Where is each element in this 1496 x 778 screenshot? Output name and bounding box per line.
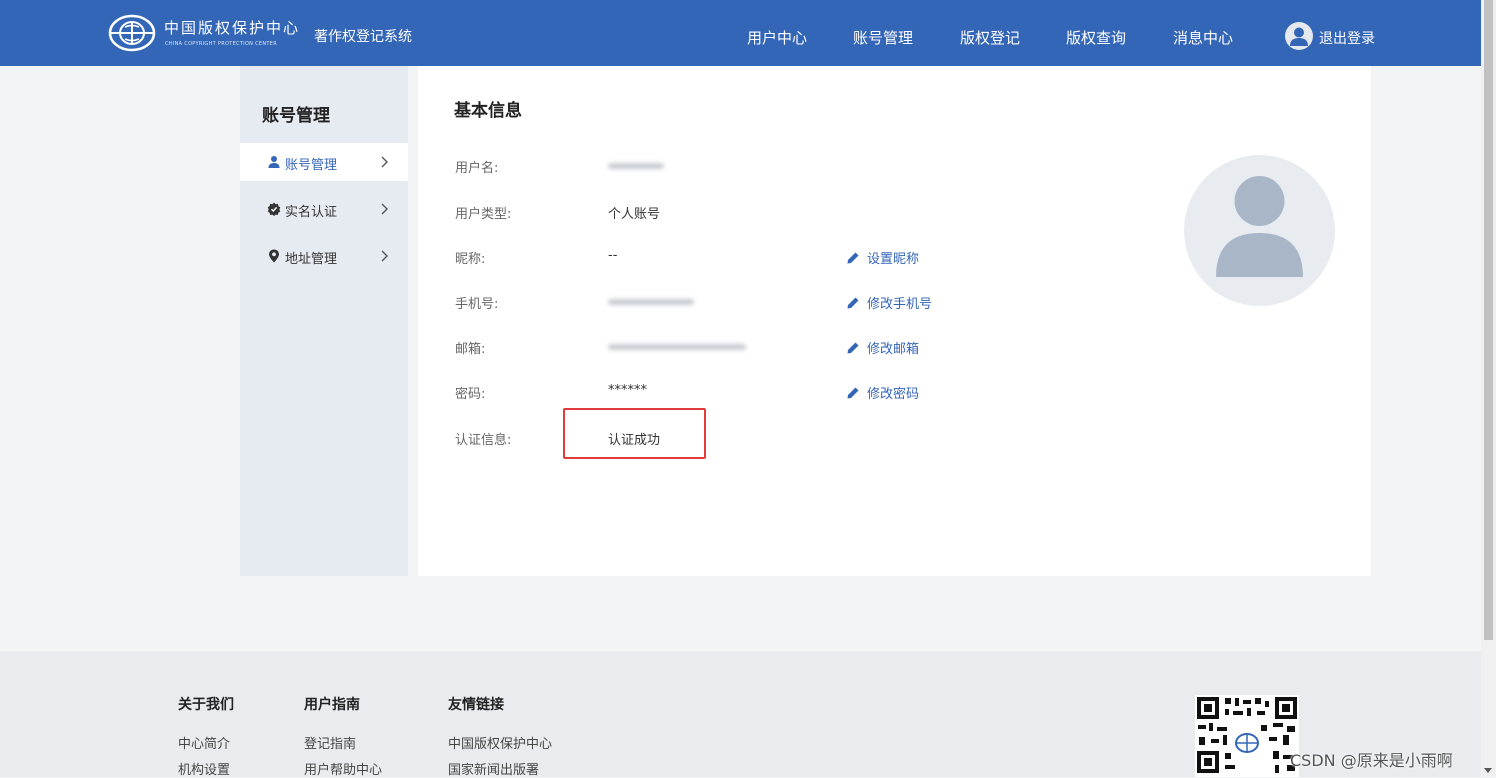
nav-copyright-registration[interactable]: 版权登记 bbox=[960, 27, 1020, 48]
page-title: 基本信息 bbox=[454, 101, 522, 121]
nav-account-management[interactable]: 账号管理 bbox=[853, 27, 913, 48]
footer-link[interactable]: 登记指南 bbox=[304, 733, 356, 752]
footer-link[interactable]: 用户帮助中心 bbox=[304, 759, 382, 778]
field-label: 昵称: bbox=[455, 252, 486, 267]
action-label: 修改邮箱 bbox=[867, 342, 920, 357]
footer-link[interactable]: 中心简介 bbox=[178, 733, 230, 752]
edit-email-link[interactable]: 修改邮箱 bbox=[846, 338, 919, 357]
footer-guide-title: 用户指南 bbox=[304, 697, 360, 713]
scroll-down-arrow-icon[interactable] bbox=[1484, 768, 1492, 773]
sidebar-item-account-management[interactable]: 账号管理 bbox=[240, 143, 408, 181]
action-label: 修改密码 bbox=[867, 387, 920, 402]
field-label: 用户名: bbox=[455, 161, 499, 176]
sidebar-item-address-management[interactable]: 地址管理 bbox=[240, 237, 408, 275]
action-label: 修改手机号 bbox=[867, 297, 933, 312]
logo-emblem-icon[interactable] bbox=[108, 14, 156, 52]
qr-code-icon bbox=[1195, 695, 1299, 777]
nav-copyright-query[interactable]: 版权查询 bbox=[1066, 27, 1126, 48]
sidebar: 账号管理 账号管理 实名认证 地址管理 bbox=[240, 66, 408, 576]
edit-password-link[interactable]: 修改密码 bbox=[846, 383, 919, 402]
field-label: 认证信息: bbox=[455, 433, 512, 448]
field-label: 用户类型: bbox=[455, 207, 512, 222]
edit-phone-link[interactable]: 修改手机号 bbox=[846, 293, 932, 312]
badge-icon bbox=[267, 202, 281, 216]
highlight-annotation bbox=[563, 408, 706, 459]
footer-link[interactable]: 国家新闻出版署 bbox=[448, 759, 539, 778]
user-avatar-icon bbox=[1290, 27, 1308, 46]
sidebar-item-label: 账号管理 bbox=[285, 158, 338, 173]
nav-message-center[interactable]: 消息中心 bbox=[1173, 27, 1233, 48]
field-email: 邮箱: 修改邮箱 bbox=[418, 338, 1371, 358]
vertical-scrollbar[interactable] bbox=[1481, 0, 1496, 777]
sidebar-item-real-name-auth[interactable]: 实名认证 bbox=[240, 190, 408, 228]
scrollbar-thumb[interactable] bbox=[1484, 0, 1493, 640]
location-pin-icon bbox=[269, 249, 279, 263]
profile-avatar[interactable] bbox=[1184, 155, 1335, 306]
field-password: 密码: ****** 修改密码 bbox=[418, 383, 1371, 403]
footer: 关于我们 中心简介 机构设置 用户指南 登记指南 用户帮助中心 友情链接 中国版… bbox=[0, 651, 1481, 778]
field-label: 手机号: bbox=[455, 297, 499, 312]
redacted-value bbox=[608, 299, 694, 305]
chevron-right-icon bbox=[381, 203, 388, 215]
top-nav-bar: 中国版权保护中心 CHINA COPYRIGHT PROTECTION CENT… bbox=[0, 0, 1481, 66]
user-avatar-icon bbox=[1216, 176, 1303, 277]
logo-subtitle: CHINA COPYRIGHT PROTECTION CENTER bbox=[165, 41, 277, 47]
pencil-icon bbox=[847, 297, 859, 309]
nav-user-center[interactable]: 用户中心 bbox=[747, 27, 807, 48]
system-name: 著作权登记系统 bbox=[314, 29, 412, 45]
sidebar-item-label: 地址管理 bbox=[285, 252, 338, 267]
avatar[interactable] bbox=[1285, 22, 1313, 50]
pencil-icon bbox=[847, 387, 859, 399]
chevron-right-icon bbox=[381, 156, 388, 168]
footer-about-title: 关于我们 bbox=[178, 697, 234, 713]
field-label: 密码: bbox=[455, 387, 486, 402]
footer-link[interactable]: 机构设置 bbox=[178, 759, 230, 778]
field-value: 个人账号 bbox=[608, 207, 661, 222]
field-verification: 认证信息: 认证成功 bbox=[418, 429, 1371, 449]
set-nickname-link[interactable]: 设置昵称 bbox=[846, 248, 919, 267]
qr-code bbox=[1195, 695, 1299, 777]
redacted-value bbox=[608, 163, 664, 169]
user-icon bbox=[268, 156, 280, 168]
basic-info-panel: 基本信息 用户名: 用户类型: 个人账号 昵称: -- 设置昵称 手机号: 修改… bbox=[418, 66, 1371, 576]
field-value: -- bbox=[608, 248, 618, 263]
watermark: CSDN @原来是小雨啊 bbox=[1290, 751, 1453, 770]
sidebar-title: 账号管理 bbox=[262, 106, 330, 126]
redacted-value bbox=[608, 344, 746, 350]
sidebar-item-label: 实名认证 bbox=[285, 205, 338, 220]
footer-link[interactable]: 中国版权保护中心 bbox=[448, 733, 552, 752]
footer-links-title: 友情链接 bbox=[448, 697, 504, 713]
logo-title: 中国版权保护中心 bbox=[164, 19, 301, 37]
pencil-icon bbox=[847, 342, 859, 354]
field-value: ****** bbox=[608, 383, 647, 398]
chevron-right-icon bbox=[381, 250, 388, 262]
field-label: 邮箱: bbox=[455, 342, 486, 357]
action-label: 设置昵称 bbox=[867, 252, 920, 267]
logout-button[interactable]: 退出登录 bbox=[1319, 28, 1375, 48]
pencil-icon bbox=[847, 252, 859, 264]
